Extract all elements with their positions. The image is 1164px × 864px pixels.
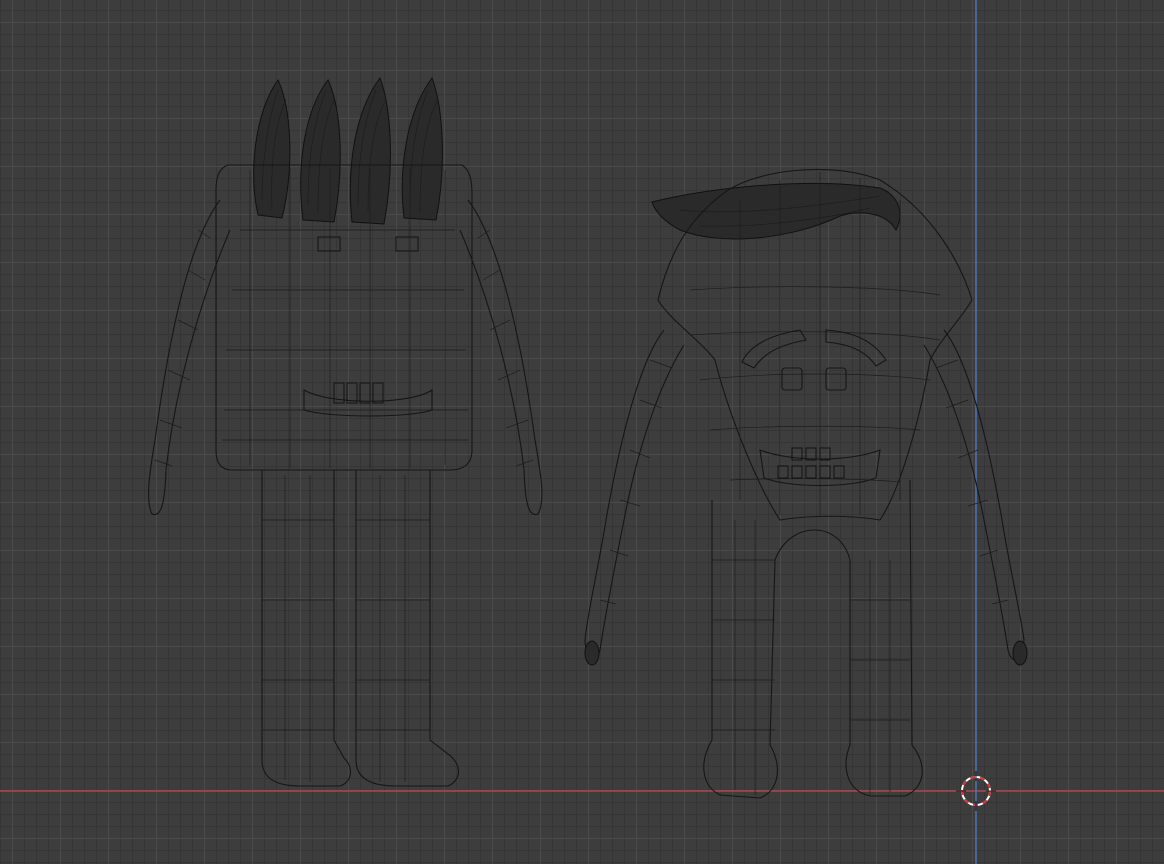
left-character-spikes — [253, 76, 443, 225]
3d-viewport[interactable] — [0, 0, 1164, 864]
left-character-legs — [261, 470, 460, 787]
right-character-legs — [703, 479, 923, 799]
right-character-arms — [584, 329, 1028, 666]
right-character-hair — [651, 182, 901, 240]
viewport-scene — [0, 0, 1164, 864]
right-character-mesh[interactable] — [584, 168, 1028, 799]
left-character-mesh[interactable] — [148, 76, 543, 787]
left-character-arms — [148, 199, 543, 516]
